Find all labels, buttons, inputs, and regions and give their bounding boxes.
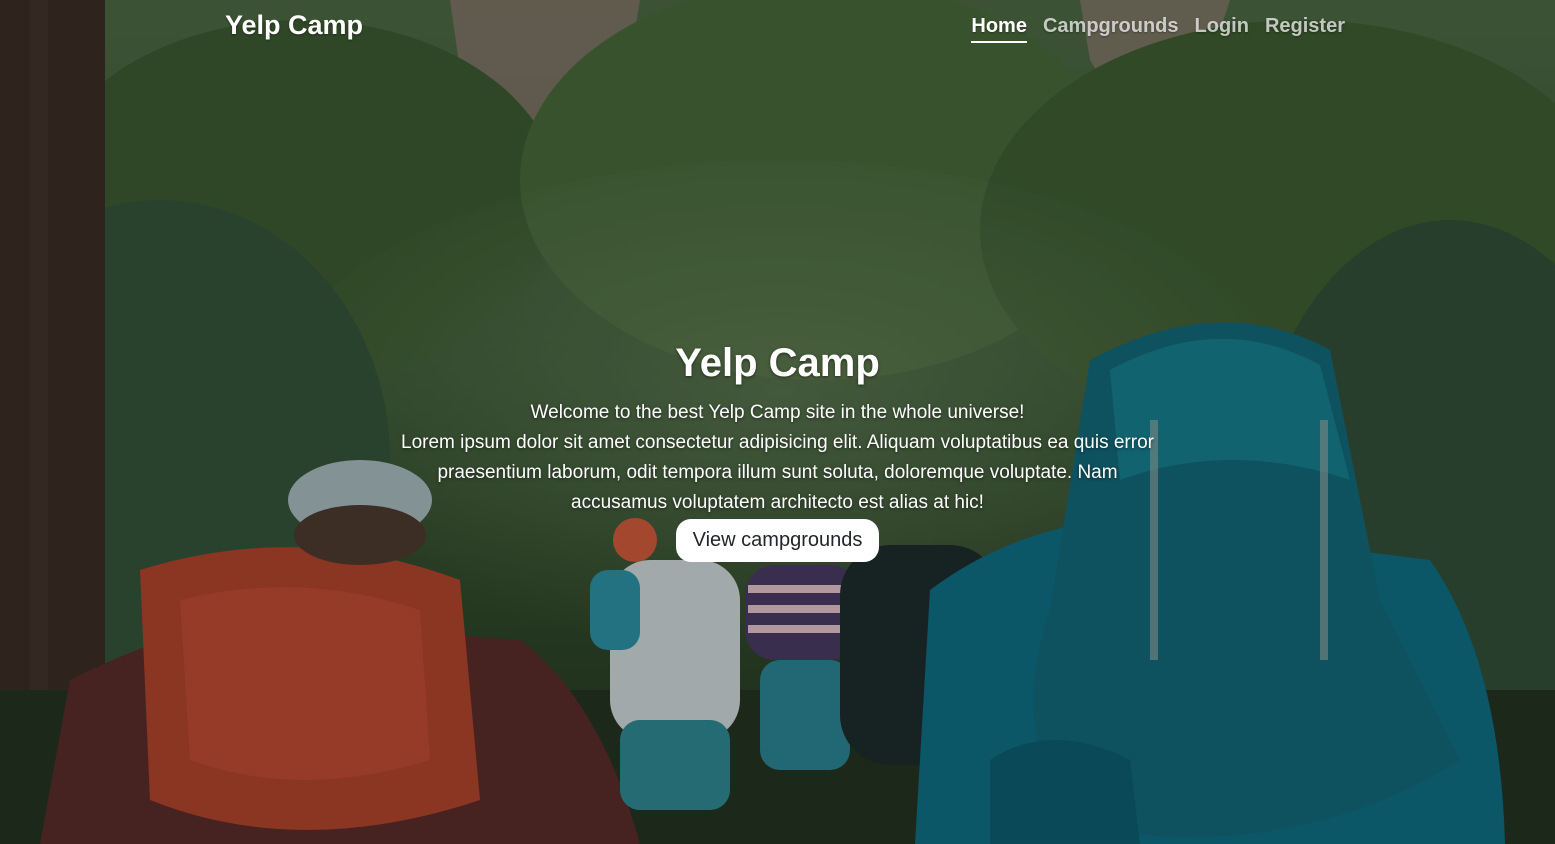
brand-logo-text[interactable]: Yelp Camp [225,10,363,41]
landing-page: Yelp Camp Home Campgrounds Login Registe… [0,0,1555,844]
top-navbar: Yelp Camp Home Campgrounds Login Registe… [0,0,1555,58]
hero-welcome-text: Welcome to the best Yelp Camp site in th… [530,402,1025,423]
hero-section: Yelp Camp Welcome to the best Yelp Camp … [0,340,1555,562]
nav-link-login[interactable]: Login [1195,15,1249,43]
view-campgrounds-button[interactable]: View campgrounds [675,519,880,562]
nav-link-campgrounds[interactable]: Campgrounds [1043,15,1179,43]
nav-links: Home Campgrounds Login Register [971,15,1345,43]
nav-link-register[interactable]: Register [1265,15,1345,43]
nav-link-home[interactable]: Home [971,15,1027,43]
hero-description: Lorem ipsum dolor sit amet consectetur a… [401,432,1154,513]
hero-title: Yelp Camp [675,341,880,385]
